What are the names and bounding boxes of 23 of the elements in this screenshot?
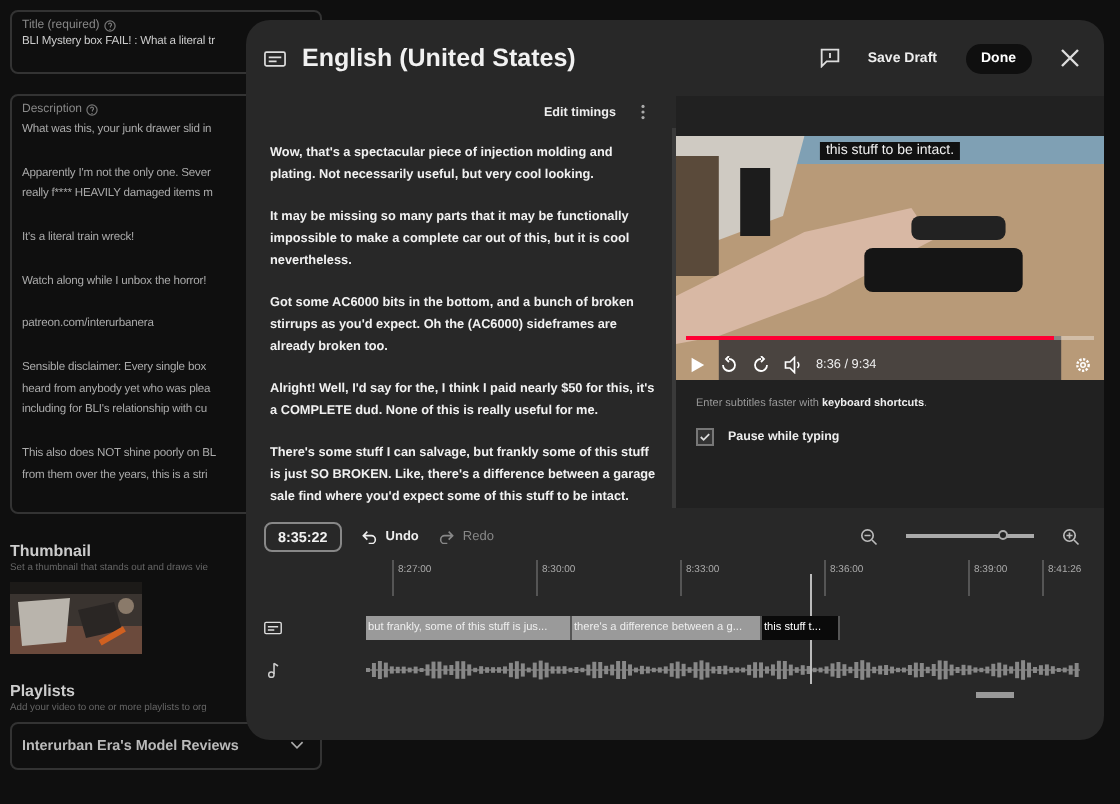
redo-icon xyxy=(438,529,455,543)
settings-icon[interactable] xyxy=(1074,356,1092,374)
help-icon[interactable] xyxy=(86,104,99,116)
close-icon[interactable] xyxy=(1060,48,1080,68)
checkbox[interactable] xyxy=(696,428,714,446)
zoom-in-icon[interactable] xyxy=(1062,527,1080,545)
subtitles-icon xyxy=(264,619,282,635)
volume-icon[interactable] xyxy=(784,356,802,374)
dialog-title: English (United States) xyxy=(302,44,576,72)
undo-icon xyxy=(361,529,378,543)
subtitles-icon xyxy=(264,49,286,67)
more-icon[interactable] xyxy=(640,104,646,120)
feedback-icon[interactable] xyxy=(819,48,840,68)
scrollbar[interactable] xyxy=(976,692,1014,698)
zoom-out-icon[interactable] xyxy=(860,527,878,545)
play-icon[interactable] xyxy=(688,356,706,374)
music-note-icon xyxy=(264,661,282,677)
chevron-down-icon xyxy=(290,740,304,751)
forward-icon[interactable] xyxy=(752,356,770,374)
section-heading: Thumbnail xyxy=(10,541,93,560)
section-heading: Playlists xyxy=(10,681,77,700)
rewind-icon[interactable] xyxy=(720,356,738,374)
help-icon[interactable] xyxy=(103,20,116,32)
